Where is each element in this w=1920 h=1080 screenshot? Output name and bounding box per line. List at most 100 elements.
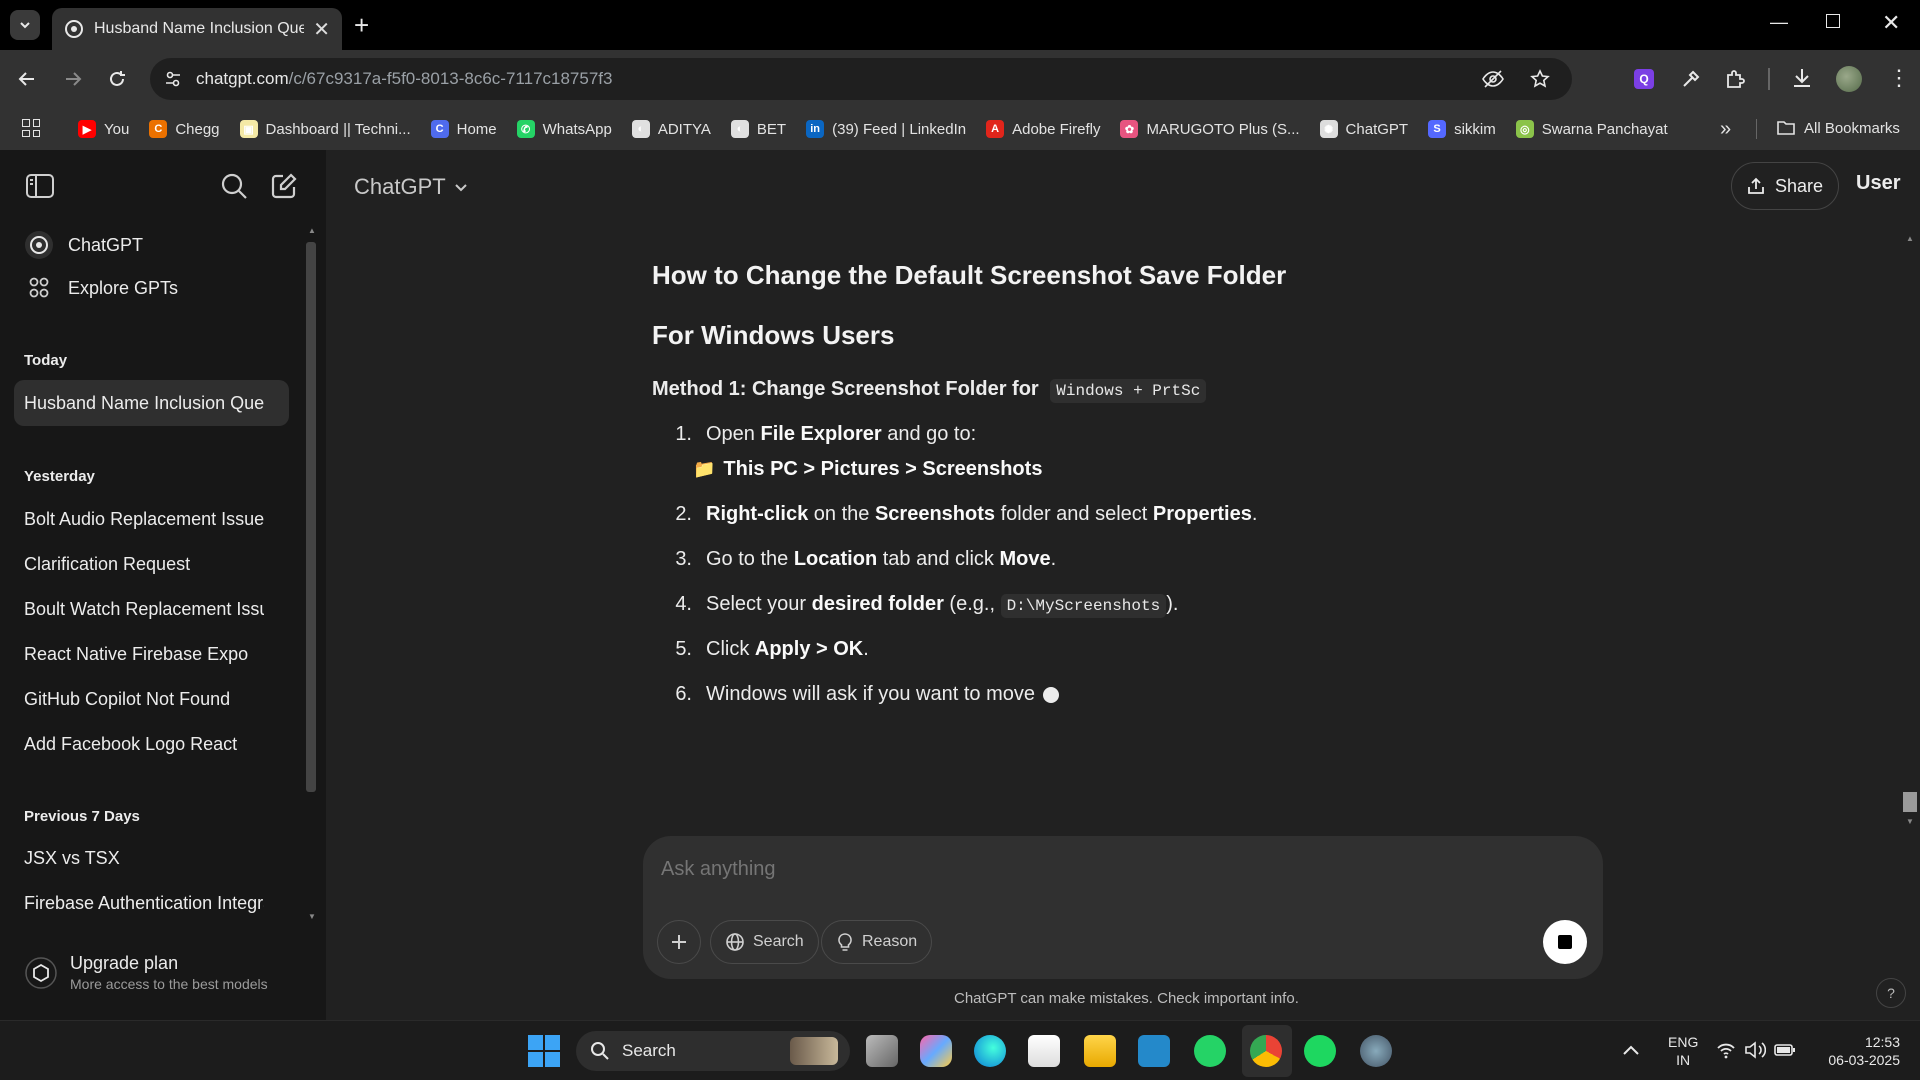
download-icon[interactable] — [1790, 66, 1814, 90]
bookmark-item[interactable]: in (39) Feed | LinkedIn — [806, 120, 966, 138]
footer-note: ChatGPT can make mistakes. Check importa… — [954, 990, 1299, 1007]
chevron-up-icon[interactable] — [1622, 1043, 1640, 1057]
share-button[interactable]: Share — [1731, 162, 1839, 210]
new-tab-button[interactable]: + — [354, 10, 369, 41]
chat-history-item[interactable]: React Native Firebase Expo — [24, 644, 264, 665]
sidebar-scrollbar[interactable] — [306, 242, 316, 792]
new-chat-icon[interactable] — [270, 172, 298, 200]
close-tab-icon[interactable]: ✕ — [313, 17, 330, 42]
settings-gear-icon[interactable] — [1360, 1035, 1392, 1067]
attach-button[interactable] — [657, 920, 701, 964]
edge-icon[interactable] — [974, 1035, 1006, 1067]
list-item: 5. Click Apply > OK. — [652, 638, 869, 661]
bookmark-item[interactable]: A Adobe Firefly — [986, 120, 1100, 138]
bookmark-item[interactable]: ◐ ADITYA — [631, 120, 711, 138]
toggle-sidebar-icon[interactable] — [26, 174, 54, 198]
bookmark-item[interactable]: ▶ You — [78, 120, 129, 138]
all-bookmarks-button[interactable]: All Bookmarks — [1776, 119, 1900, 137]
help-button[interactable]: ? — [1876, 978, 1906, 1008]
minimize-button[interactable]: — — [1770, 12, 1788, 33]
copilot-icon[interactable] — [920, 1035, 952, 1067]
bookmark-item[interactable]: ◎ Swarna Panchayat — [1515, 120, 1668, 138]
bookmark-item[interactable]: Ssikkim — [1428, 120, 1496, 138]
browser-tab-active[interactable]: Husband Name Inclusion Query ✕ — [52, 8, 342, 50]
close-window-button[interactable]: ✕ — [1882, 10, 1900, 36]
sidebar-section-heading: Today — [24, 352, 68, 369]
bookmark-favicon-icon: ✆ — [516, 120, 535, 138]
toolbar-divider — [1768, 68, 1770, 90]
wifi-icon[interactable] — [1716, 1041, 1736, 1059]
bookmark-item[interactable]: ✿ MARUGOTO Plus (S... — [1120, 120, 1300, 138]
bookmark-item[interactable]: ▣ Dashboard || Techni... — [239, 120, 411, 138]
bookmark-label: Chegg — [175, 120, 220, 138]
language-indicator[interactable]: ENG IN — [1668, 1033, 1698, 1069]
taskbar-search-box[interactable]: Search — [576, 1031, 850, 1071]
eye-off-icon[interactable] — [1482, 69, 1504, 89]
apps-grid-icon[interactable] — [22, 119, 40, 137]
bookmark-item[interactable]: C Home — [430, 120, 497, 138]
chat-history-item[interactable]: Clarification Request — [24, 554, 264, 575]
store-icon[interactable] — [1028, 1035, 1060, 1067]
bookmark-label: Adobe Firefly — [1012, 120, 1101, 138]
back-arrow-icon[interactable] — [16, 68, 38, 90]
profile-avatar[interactable] — [1836, 66, 1862, 92]
user-avatar[interactable]: User — [1856, 172, 1900, 195]
upgrade-plan-button[interactable]: Upgrade plan More access to the best mod… — [24, 953, 268, 992]
scroll-up-arrow-icon[interactable]: ▲ — [308, 226, 316, 235]
restore-button[interactable] — [1826, 14, 1840, 28]
reload-icon[interactable] — [106, 68, 128, 90]
step-text: Open — [706, 423, 761, 445]
chat-history-item[interactable]: Boult Watch Replacement Issue — [24, 599, 264, 620]
forward-arrow-icon[interactable] — [62, 68, 84, 90]
chat-history-item[interactable]: Bolt Audio Replacement Issue — [24, 509, 264, 530]
eyedropper-icon[interactable] — [1680, 68, 1702, 90]
chat-history-item[interactable]: JSX vs TSX — [24, 848, 264, 869]
reason-toggle-button[interactable]: Reason — [821, 920, 933, 964]
whatsapp-icon[interactable] — [1194, 1035, 1226, 1067]
main-scrollbar-thumb[interactable] — [1903, 792, 1917, 812]
browser-menu-icon[interactable]: ⋮ — [1888, 64, 1910, 92]
scroll-up-arrow-icon[interactable]: ▲ — [1906, 234, 1914, 243]
chat-history-item[interactable]: Firebase Authentication Integration — [24, 893, 264, 914]
prompt-input[interactable] — [661, 854, 1561, 884]
address-bar[interactable]: chatgpt.com/c/67c9317a-f5f0-8013-8c6c-71… — [150, 58, 1572, 100]
chrome-icon[interactable] — [1250, 1035, 1282, 1067]
spotify-icon[interactable] — [1304, 1035, 1336, 1067]
site-info-icon[interactable] — [164, 70, 182, 88]
scroll-down-arrow-icon[interactable]: ▼ — [308, 912, 316, 921]
search-icon[interactable] — [220, 172, 248, 200]
vscode-icon[interactable] — [1138, 1035, 1170, 1067]
bookmark-item[interactable]: C Chegg — [149, 120, 220, 138]
sidebar-item-chatgpt[interactable]: ChatGPT — [24, 230, 143, 260]
tab-search-button[interactable] — [10, 10, 40, 40]
extensions-puzzle-icon[interactable] — [1724, 68, 1746, 90]
bookmark-list: ▶ You C Chegg ▣ Dashboard || Techni... C Home ✆ W… — [78, 108, 1688, 150]
file-explorer-icon[interactable] — [1084, 1035, 1116, 1067]
bookmark-label: Swarna Panchayat — [1541, 120, 1668, 138]
clock[interactable]: 12:53 06-03-2025 — [1810, 1033, 1900, 1069]
windows-start-icon[interactable] — [528, 1035, 560, 1067]
chat-history-item[interactable]: Husband Name Inclusion Query — [24, 393, 264, 414]
extension-purple-icon[interactable]: Q — [1634, 69, 1654, 89]
taskbar-search-label: Search — [622, 1041, 676, 1060]
scroll-down-arrow-icon[interactable]: ▼ — [1906, 817, 1914, 826]
bookmark-item[interactable]: ✆ WhatsApp — [516, 120, 612, 138]
bookmark-favicon-icon: C — [149, 120, 168, 138]
search-toggle-button[interactable]: Search — [710, 920, 819, 964]
model-selector[interactable]: ChatGPT — [354, 174, 468, 200]
task-view-icon[interactable] — [866, 1035, 898, 1067]
list-number: 4. — [675, 593, 692, 615]
sidebar-item-explore-gpts[interactable]: Explore GPTs — [24, 276, 178, 300]
stop-generating-button[interactable] — [1543, 920, 1587, 964]
folder-path: 📁 This PC > Pictures > Screenshots — [693, 458, 1042, 481]
chat-history-item[interactable]: Add Facebook Logo React — [24, 734, 264, 755]
volume-icon[interactable] — [1744, 1041, 1766, 1059]
bookmark-item[interactable]: ✺ ChatGPT — [1319, 120, 1408, 138]
star-icon[interactable] — [1530, 69, 1550, 89]
chat-history-item[interactable]: GitHub Copilot Not Found — [24, 689, 264, 710]
bookmark-item[interactable]: ◐ BET — [730, 120, 786, 138]
bookmark-favicon-icon: ✿ — [1120, 120, 1139, 138]
more-bookmarks-button[interactable]: » — [1720, 118, 1731, 141]
list-item: 6. Windows will ask if you want to move — [652, 683, 1060, 706]
battery-icon[interactable] — [1774, 1042, 1796, 1058]
